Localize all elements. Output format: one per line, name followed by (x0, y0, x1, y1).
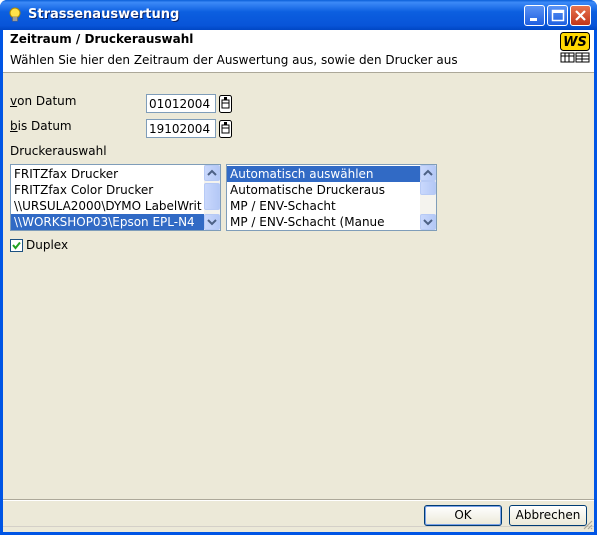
wizard-header: Zeitraum / Druckerauswahl Wählen Sie hie… (3, 30, 594, 73)
list-item[interactable]: \\WORKSHOP03\Epson EPL-N4 (11, 214, 204, 230)
ws-logo: WS (560, 32, 590, 64)
scroll-thumb[interactable] (204, 183, 220, 210)
close-button[interactable] (570, 5, 591, 26)
chevron-up-icon (423, 169, 433, 176)
calendar-icon (219, 120, 232, 138)
list-item[interactable]: FRITZfax Color Drucker (11, 182, 204, 198)
calendar-icon (219, 95, 232, 113)
tray-list: Automatisch auswählen Automatische Druck… (227, 165, 420, 230)
logo-text: WS (563, 35, 587, 50)
chevron-down-icon (207, 219, 217, 226)
scroll-up-button[interactable] (420, 165, 436, 181)
von-datum-label: von Datum (10, 94, 77, 108)
list-item[interactable]: FRITZfax Drucker (11, 166, 204, 182)
scroll-down-button[interactable] (420, 214, 436, 230)
list-item[interactable]: \\URSULA2000\DYMO LabelWrit (11, 198, 204, 214)
minimize-icon (530, 18, 537, 21)
list-item[interactable]: Automatische Druckeraus (227, 182, 420, 198)
duplex-label: Duplex (26, 238, 69, 252)
maximize-button[interactable] (547, 5, 568, 26)
printer-scrollbar[interactable] (204, 165, 220, 230)
header-title: Zeitraum / Druckerauswahl (10, 32, 194, 46)
dialog-window: Strassenauswertung Zeitraum / Druckeraus… (0, 0, 597, 535)
header-subtitle: Wählen Sie hier den Zeitraum der Auswert… (10, 53, 458, 67)
divider (3, 499, 594, 501)
tray-listbox[interactable]: Automatisch auswählen Automatische Druck… (226, 164, 437, 231)
scroll-down-button[interactable] (204, 214, 220, 230)
scroll-up-button[interactable] (204, 165, 220, 181)
scroll-thumb[interactable] (420, 181, 436, 195)
printer-list: FRITZfax Drucker FRITZfax Color Drucker … (11, 165, 204, 230)
resize-grip-icon[interactable] (581, 518, 593, 530)
duplex-checkbox[interactable] (10, 239, 23, 252)
bis-datum-calendar-button[interactable] (219, 120, 232, 138)
dialog-client-area: Zeitraum / Druckerauswahl Wählen Sie hie… (3, 30, 594, 532)
window-title: Strassenauswertung (28, 7, 180, 22)
close-icon (575, 10, 586, 21)
druckerauswahl-label: Druckerauswahl (10, 144, 107, 158)
minimize-button[interactable] (524, 5, 545, 26)
list-item[interactable]: MP / ENV-Schacht (Manue (227, 214, 420, 230)
chevron-down-icon (423, 219, 433, 226)
maximize-icon (551, 9, 565, 22)
von-datum-input[interactable]: 01012004 (146, 94, 216, 113)
bis-datum-input[interactable]: 19102004 (146, 119, 216, 138)
list-item[interactable]: Automatisch auswählen (227, 166, 420, 182)
bis-datum-label: bis Datum (10, 119, 72, 133)
printer-listbox[interactable]: FRITZfax Drucker FRITZfax Color Drucker … (10, 164, 221, 231)
ok-button[interactable]: OK (424, 505, 502, 526)
checkmark-icon (12, 241, 21, 250)
status-bar (3, 520, 594, 532)
tray-scrollbar[interactable] (420, 165, 436, 230)
von-datum-calendar-button[interactable] (219, 95, 232, 113)
list-item[interactable]: MP / ENV-Schacht (227, 198, 420, 214)
title-bar[interactable]: Strassenauswertung (0, 0, 597, 30)
cancel-button[interactable]: Abbrechen (509, 505, 587, 526)
lightbulb-icon (6, 6, 24, 24)
chevron-up-icon (207, 169, 217, 176)
